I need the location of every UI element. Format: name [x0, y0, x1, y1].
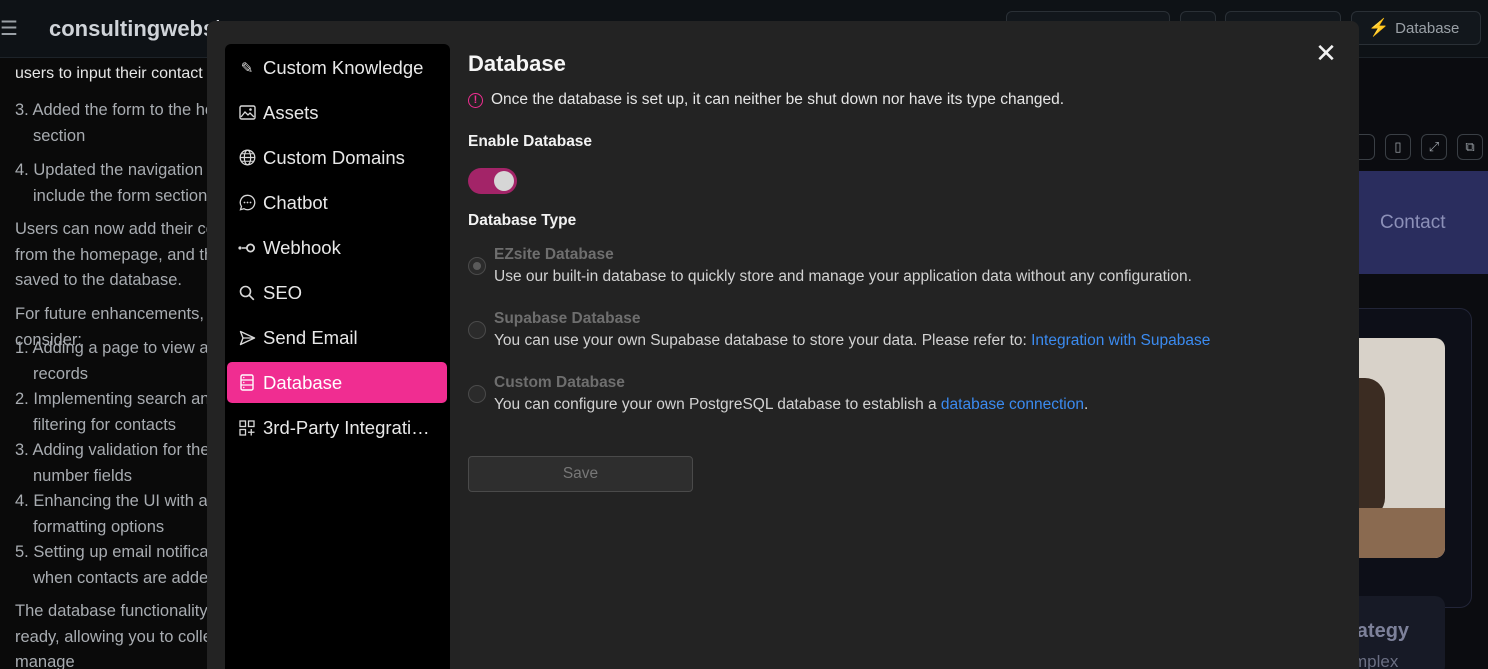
sidebar-item-label: SEO	[263, 281, 303, 303]
sidebar-item-custom-knowledge[interactable]: ✎ Custom Knowledge	[227, 47, 447, 88]
app-title: consultingwebsite	[49, 16, 219, 41]
database-button-label: Database	[1395, 19, 1460, 37]
close-icon[interactable]: ✕	[1314, 40, 1338, 66]
warning-icon: !	[468, 92, 483, 108]
sidebar-item-label: Webhook	[263, 236, 341, 258]
chat-panel: users to input their contact 3. Added th…	[0, 58, 215, 669]
settings-modal: ✎ Custom Knowledge Assets Custom Domains…	[207, 21, 1359, 669]
webhook-icon	[238, 239, 256, 257]
option-title: EZsite Database	[494, 246, 614, 263]
enable-database-label: Enable Database	[468, 133, 593, 150]
list-item: 4. Updated the navigation to include the…	[15, 161, 215, 205]
database-connection-link[interactable]: database connection	[941, 396, 1084, 413]
page-title: Database	[468, 51, 566, 76]
preview-strategy-title: rategy	[1359, 620, 1410, 642]
settings-sidebar: ✎ Custom Knowledge Assets Custom Domains…	[225, 44, 450, 669]
chat-list-b: 1. Adding a page to view all contact rec…	[15, 336, 215, 591]
list-item: 2. Implementing search and filtering for…	[15, 390, 215, 434]
option-description: Use our built-in database to quickly sto…	[494, 268, 1192, 285]
radio-supabase[interactable]	[468, 321, 486, 339]
preview-contact-link: Contact	[1380, 212, 1446, 233]
preview-control[interactable]	[1359, 134, 1375, 160]
sidebar-item-chatbot[interactable]: Chatbot	[227, 182, 447, 223]
send-icon	[238, 329, 256, 347]
fullscreen-icon[interactable]: ⤢	[1421, 134, 1447, 160]
warning-message: ! Once the database is set up, it can ne…	[468, 91, 1064, 109]
chat-bubble-icon	[238, 194, 256, 212]
sidebar-item-database[interactable]: Database	[227, 362, 447, 403]
list-item: 1. Adding a page to view all contact rec…	[15, 339, 215, 383]
sidebar-item-label: Database	[263, 371, 343, 393]
sidebar-item-label: 3rd-Party Integrations	[263, 416, 435, 438]
list-item: 5. Setting up email notifications when c…	[15, 543, 215, 587]
list-item: 3. Adding validation for the phone numbe…	[15, 441, 215, 485]
sidebar-item-label: Chatbot	[263, 191, 328, 213]
image-icon	[238, 104, 256, 122]
database-icon	[238, 374, 256, 392]
database-type-label: Database Type	[468, 212, 577, 229]
option-description: You can configure your own PostgreSQL da…	[494, 396, 1089, 413]
preview-panel: ▯ ⤢ ⧉ Contact rategy mplex	[1359, 58, 1488, 669]
database-button[interactable]: ⚡ Database	[1351, 11, 1481, 45]
globe-icon	[238, 149, 256, 167]
sidebar-item-3rd-party-integrations[interactable]: 3rd-Party Integrations	[227, 407, 447, 448]
menu-toggle-icon[interactable]: ☰	[0, 18, 24, 40]
sidebar-item-webhook[interactable]: Webhook	[227, 227, 447, 268]
chat-paragraph: The database functionality is now ready,…	[15, 602, 215, 669]
list-item: 4. Enhancing the UI with additional form…	[15, 492, 215, 536]
sidebar-item-label: Custom Domains	[263, 146, 405, 168]
radio-custom[interactable]	[468, 385, 486, 403]
chat-line: users to input their contact	[15, 65, 203, 82]
option-title: Supabase Database	[494, 310, 641, 327]
warning-text: Once the database is set up, it can neit…	[491, 91, 1065, 108]
sidebar-item-send-email[interactable]: Send Email	[227, 317, 447, 358]
sidebar-item-custom-domains[interactable]: Custom Domains	[227, 137, 447, 178]
preview-strategy-text: mplex	[1359, 652, 1399, 669]
sidebar-item-label: Custom Knowledge	[263, 56, 424, 78]
option-title: Custom Database	[494, 374, 625, 391]
chat-paragraph: Users can now add their contacts from th…	[15, 220, 215, 289]
bolt-icon: ⚡	[1368, 18, 1390, 37]
sidebar-item-label: Send Email	[263, 326, 358, 348]
radio-ezsite[interactable]	[468, 257, 486, 275]
sidebar-item-seo[interactable]: SEO	[227, 272, 447, 313]
enable-database-toggle[interactable]	[468, 168, 517, 194]
open-external-icon[interactable]: ⧉	[1457, 134, 1483, 160]
grid-icon	[238, 419, 256, 437]
mobile-view-icon[interactable]: ▯	[1385, 134, 1411, 160]
integration-with-supabase-link[interactable]: Integration with Supabase	[1031, 332, 1210, 349]
save-button[interactable]: Save	[468, 456, 693, 492]
sidebar-item-assets[interactable]: Assets	[227, 92, 447, 133]
pencil-icon: ✎	[240, 59, 254, 77]
list-item: 3. Added the form to the homepage sectio…	[15, 101, 215, 145]
search-icon	[238, 284, 256, 302]
option-description: You can use your own Supabase database t…	[494, 332, 1211, 349]
preview-image	[1359, 338, 1445, 558]
toggle-knob	[494, 171, 514, 191]
sidebar-item-label: Assets	[263, 101, 319, 123]
chat-list-a: 3. Added the form to the homepage sectio…	[15, 98, 215, 209]
